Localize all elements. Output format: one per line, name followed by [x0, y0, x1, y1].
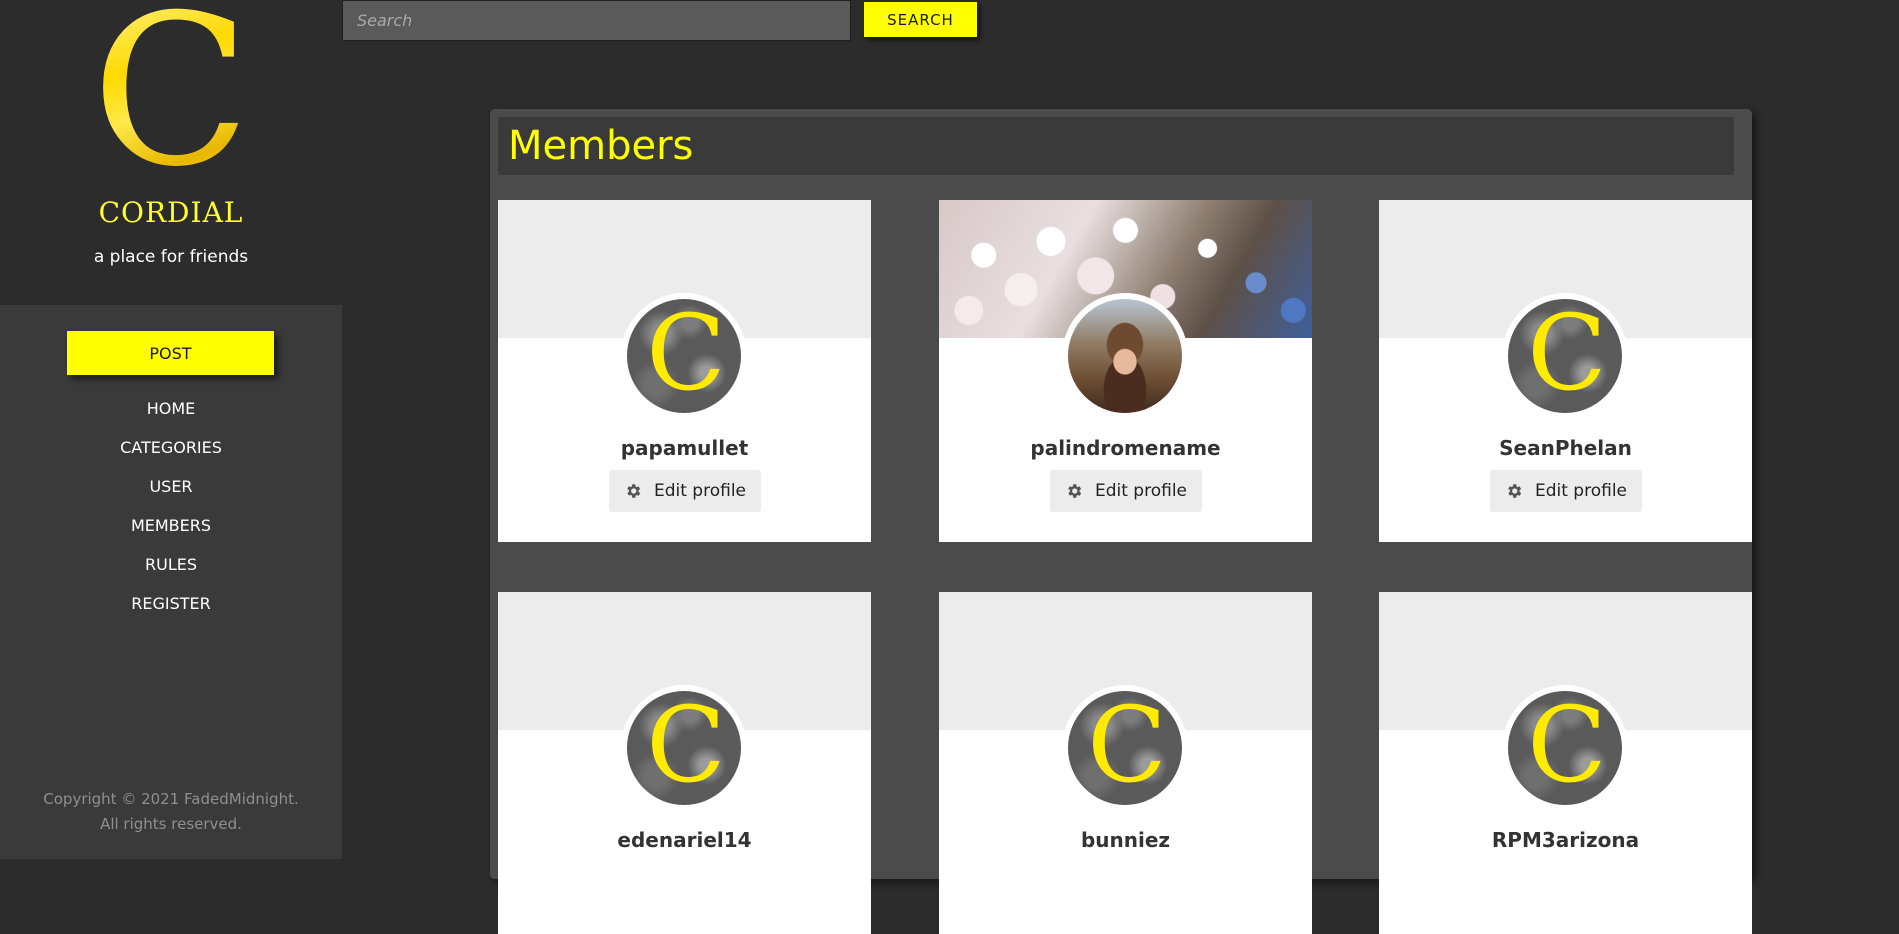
- edit-profile-button[interactable]: Edit profile: [1490, 470, 1642, 512]
- member-card: C bunniez: [939, 592, 1312, 934]
- avatar-letter: C: [1527, 293, 1607, 414]
- edit-profile-label: Edit profile: [1094, 481, 1188, 501]
- rights-line: All rights reserved.: [100, 815, 242, 833]
- members-panel: Members C papamullet Edit profile palind…: [490, 109, 1752, 934]
- gear-icon: [627, 484, 641, 498]
- edit-profile-label: Edit profile: [1534, 481, 1628, 501]
- page-title: Members: [508, 123, 694, 169]
- copyright-line: Copyright © 2021 FadedMidnight.: [43, 790, 299, 808]
- member-username[interactable]: edenariel14: [498, 828, 871, 852]
- avatar-letter: C: [646, 293, 726, 414]
- avatar-letter: C: [1087, 685, 1167, 806]
- member-card: C papamullet Edit profile: [498, 200, 871, 542]
- avatar[interactable]: [1062, 293, 1188, 419]
- brand-block: C CORDIAL a place for friends: [0, 0, 342, 305]
- nav-item-register[interactable]: REGISTER: [0, 589, 342, 628]
- sidebar: C CORDIAL a place for friends POST HOME …: [0, 0, 342, 859]
- member-card: palindromename Edit profile: [939, 200, 1312, 542]
- member-username[interactable]: RPM3arizona: [1379, 828, 1752, 852]
- edit-profile-label: Edit profile: [653, 481, 747, 501]
- nav-item-members[interactable]: MEMBERS: [0, 511, 342, 550]
- nav-item-rules[interactable]: RULES: [0, 550, 342, 589]
- avatar[interactable]: C: [1062, 685, 1188, 811]
- member-username[interactable]: palindromename: [939, 436, 1312, 460]
- member-username[interactable]: papamullet: [498, 436, 871, 460]
- member-username[interactable]: SeanPhelan: [1379, 436, 1752, 460]
- member-card: C edenariel14: [498, 592, 871, 934]
- sidebar-nav: HOME CATEGORIES USER MEMBERS RULES REGIS…: [0, 394, 342, 628]
- member-card: C SeanPhelan Edit profile: [1379, 200, 1752, 542]
- nav-item-home[interactable]: HOME: [0, 394, 342, 433]
- edit-profile-button[interactable]: Edit profile: [609, 470, 761, 512]
- logo-letter: C: [91, 0, 251, 213]
- member-card: C RPM3arizona: [1379, 592, 1752, 934]
- avatar[interactable]: C: [621, 293, 747, 419]
- avatar-letter: C: [646, 685, 726, 806]
- avatar[interactable]: C: [1502, 685, 1628, 811]
- nav-item-categories[interactable]: CATEGORIES: [0, 433, 342, 472]
- avatar-letter: C: [1527, 685, 1607, 806]
- edit-profile-button[interactable]: Edit profile: [1050, 470, 1202, 512]
- avatar[interactable]: C: [1502, 293, 1628, 419]
- search-button[interactable]: SEARCH: [864, 2, 977, 37]
- search-input[interactable]: [342, 0, 851, 41]
- site-logo[interactable]: C: [0, 0, 342, 213]
- gear-icon: [1068, 484, 1082, 498]
- post-button[interactable]: POST: [67, 331, 274, 375]
- site-tagline: a place for friends: [93, 247, 249, 267]
- site-name: CORDIAL: [98, 196, 244, 229]
- nav-item-user[interactable]: USER: [0, 472, 342, 511]
- panel-header: Members: [498, 117, 1734, 175]
- member-username[interactable]: bunniez: [939, 828, 1312, 852]
- copyright: Copyright © 2021 FadedMidnight. All righ…: [0, 787, 342, 837]
- gear-icon: [1508, 484, 1522, 498]
- avatar[interactable]: C: [621, 685, 747, 811]
